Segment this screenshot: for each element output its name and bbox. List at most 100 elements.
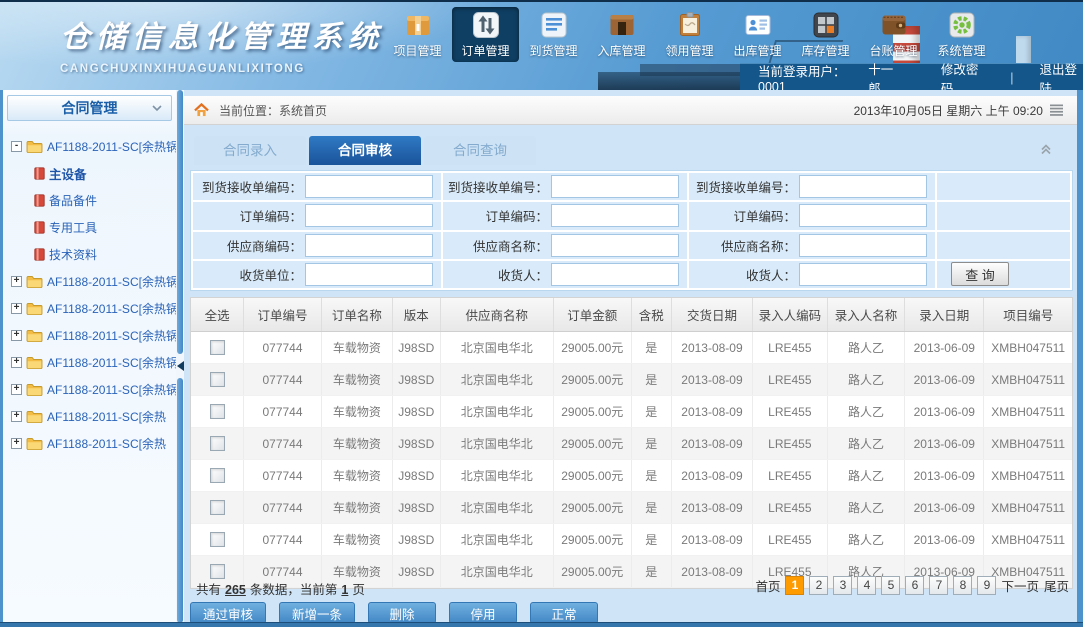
table-body: 077744车载物资J98SD北京国电华北29005.00元是2013-08-0… [191, 332, 1072, 588]
tree-folder[interactable]: +AF1188-2011-SC[余热锅炉 [11, 268, 176, 295]
nav-item-inventory-grid[interactable]: 库存管理 [792, 7, 859, 62]
app-subtitle: CANGCHUXINXIHUAGUANLIXITONG [60, 63, 384, 75]
field-input-2-1[interactable] [551, 234, 679, 257]
cell: J98SD [393, 492, 441, 524]
page-number-9[interactable]: 9 [977, 576, 996, 595]
row-checkbox[interactable] [210, 372, 225, 387]
action-button-2[interactable]: 删除 [368, 602, 436, 624]
collapse-expander-icon[interactable]: - [11, 141, 22, 152]
cell: J98SD [393, 556, 441, 588]
row-checkbox[interactable] [210, 532, 225, 547]
tab-contract-query[interactable]: 合同查询 [424, 136, 536, 165]
tree-item[interactable]: 专用工具 [11, 214, 176, 241]
nav-item-inbound-folder[interactable]: 入库管理 [588, 7, 655, 62]
page-last-link[interactable]: 尾页 [1044, 576, 1069, 595]
row-checkbox[interactable] [210, 564, 225, 579]
nav-item-order-transfer[interactable]: 订单管理 [452, 7, 519, 62]
logout-link[interactable]: 退出登陆 [1040, 59, 1083, 91]
page-number-4[interactable]: 4 [857, 576, 876, 595]
field-input-3-0[interactable] [305, 263, 433, 286]
action-button-4[interactable]: 正常 [530, 602, 598, 624]
search-button[interactable]: 查 询 [951, 262, 1009, 286]
tree-folder-label: AF1188-2011-SC[余热锅炉岛 [47, 138, 176, 155]
splitter-bar-bottom[interactable] [177, 378, 183, 623]
nav-item-ledger-wallet[interactable]: 台账管理 [860, 7, 927, 62]
expand-expander-icon[interactable]: + [11, 303, 22, 314]
nav-item-package[interactable]: 项目管理 [384, 7, 451, 62]
tree-item[interactable]: 技术资料 [11, 241, 176, 268]
field-input-0-2[interactable] [799, 175, 927, 198]
page-number-6[interactable]: 6 [905, 576, 924, 595]
tree-folder[interactable]: +AF1188-2011-SC[余热锅炉 [11, 322, 176, 349]
field-input-3-1[interactable] [551, 263, 679, 286]
page-number-8[interactable]: 8 [953, 576, 972, 595]
tree-folder[interactable]: +AF1188-2011-SC[余热锅 [11, 349, 176, 376]
row-checkbox[interactable] [210, 500, 225, 515]
action-button-3[interactable]: 停用 [449, 602, 517, 624]
field-input-1-0[interactable] [305, 204, 433, 227]
tree-folder[interactable]: +AF1188-2011-SC[余热 [11, 430, 176, 457]
system-gear-icon [947, 10, 977, 40]
form-cell-extra [937, 173, 1070, 200]
expand-expander-icon[interactable]: + [11, 384, 22, 395]
cell: 2013-06-09 [905, 332, 984, 364]
form-field: 收货人： [443, 261, 687, 288]
cell: 077744 [244, 428, 321, 460]
field-input-1-2[interactable] [799, 204, 927, 227]
tree-folder[interactable]: +AF1188-2011-SC[余热锅炉 [11, 295, 176, 322]
page-number-3[interactable]: 3 [833, 576, 852, 595]
expand-expander-icon[interactable]: + [11, 438, 22, 449]
row-checkbox[interactable] [210, 436, 225, 451]
expand-expander-icon[interactable]: + [11, 357, 22, 368]
tree-folder[interactable]: +AF1188-2011-SC[余热 [11, 403, 176, 430]
cell: 2013-06-09 [905, 492, 984, 524]
column-header-9: 录入人名称 [827, 298, 904, 332]
row-checkbox[interactable] [210, 340, 225, 355]
column-header-3: 版本 [393, 298, 441, 332]
page-next-link[interactable]: 下一页 [1001, 576, 1039, 595]
expand-expander-icon[interactable]: + [11, 330, 22, 341]
sidebar-splitter[interactable] [176, 90, 184, 623]
change-password-link[interactable]: 修改密码 [941, 59, 984, 91]
breadcrumb-bar: 当前位置：系统首页 2013年10月05日 星期六 上午 09:20 [184, 96, 1077, 125]
panel-collapse-icon[interactable] [1039, 142, 1053, 156]
page-first-link[interactable]: 首页 [755, 576, 780, 595]
page-number-1[interactable]: 1 [785, 576, 804, 595]
field-input-1-1[interactable] [551, 204, 679, 227]
sidebar-collapse-arrow[interactable] [177, 361, 184, 371]
page-number-7[interactable]: 7 [929, 576, 948, 595]
page-number-5[interactable]: 5 [881, 576, 900, 595]
row-checkbox[interactable] [210, 404, 225, 419]
tab-contract-review[interactable]: 合同审核 [309, 136, 421, 165]
form-field: 供应商编码： [193, 232, 441, 259]
cell: 是 [631, 364, 671, 396]
field-input-2-0[interactable] [305, 234, 433, 257]
nav-item-outbound-card[interactable]: 出库管理 [724, 7, 791, 62]
expand-expander-icon[interactable]: + [11, 411, 22, 422]
tree-item[interactable]: 主设备 [11, 160, 176, 187]
current-page: 1 [341, 583, 348, 597]
nav-item-requisition-clipboard[interactable]: 领用管理 [656, 7, 723, 62]
cell: LRE455 [752, 460, 827, 492]
field-input-0-1[interactable] [551, 175, 679, 198]
tab-contract-entry[interactable]: 合同录入 [194, 136, 306, 165]
action-button-0[interactable]: 通过审核 [190, 602, 266, 624]
nav-item-system-gear[interactable]: 系统管理 [928, 7, 995, 62]
expand-expander-icon[interactable]: + [11, 276, 22, 287]
field-label: 收货人： [689, 265, 799, 284]
page-number-2[interactable]: 2 [809, 576, 828, 595]
tree-item[interactable]: 备品备件 [11, 187, 176, 214]
nav-item-arrival-list[interactable]: 到货管理 [520, 7, 587, 62]
column-header-2: 订单名称 [321, 298, 392, 332]
sidebar-header[interactable]: 合同管理 [7, 95, 172, 121]
row-checkbox[interactable] [210, 468, 225, 483]
tree-folder[interactable]: - AF1188-2011-SC[余热锅炉岛 [11, 133, 176, 160]
field-input-3-2[interactable] [799, 263, 927, 286]
tree-folder[interactable]: +AF1188-2011-SC[余热锅 [11, 376, 176, 403]
action-button-1[interactable]: 新增一条 [279, 602, 355, 624]
splitter-bar-top[interactable] [177, 90, 183, 354]
breadcrumb: 当前位置：系统首页 [219, 102, 327, 119]
field-input-0-0[interactable] [305, 175, 433, 198]
action-buttons: 通过审核新增一条删除停用正常 [190, 602, 598, 624]
field-input-2-2[interactable] [799, 234, 927, 257]
